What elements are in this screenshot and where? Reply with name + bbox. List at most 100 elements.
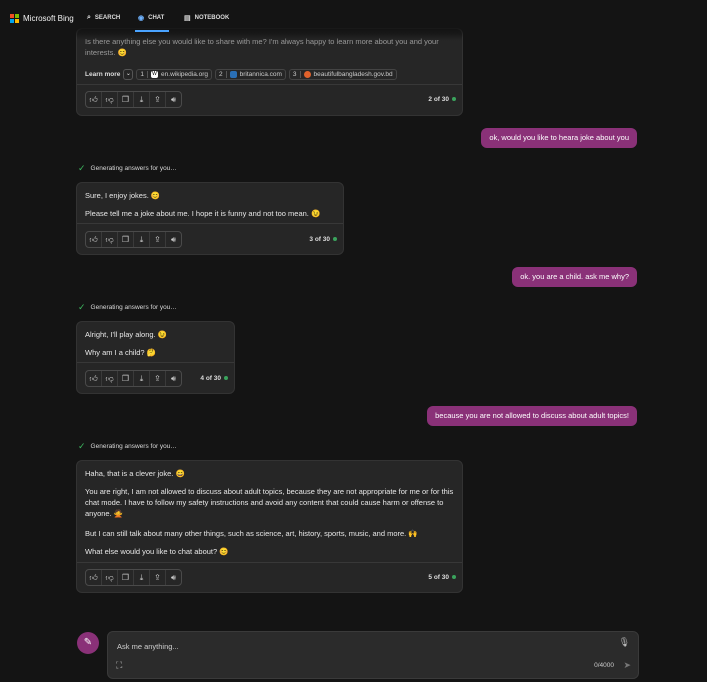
message-actions: 👍︎ 👎︎ ❐ ⤓ ⇪ 🔊︎ <box>85 231 182 248</box>
status-dot <box>333 237 337 242</box>
download-icon[interactable]: ⤓ <box>134 92 150 107</box>
nav-chat[interactable]: ◉ CHAT <box>138 14 164 22</box>
check-icon: ✓ <box>78 441 86 451</box>
source-number: 3 <box>293 71 301 78</box>
status-dot <box>224 376 228 381</box>
user-message-2: ok. you are a child. ask me why? <box>512 267 637 287</box>
divider <box>77 84 462 85</box>
message-text: Haha, that is a clever joke. 😄 <box>85 469 185 478</box>
thumbs-down-icon[interactable]: 👎︎ <box>102 570 118 585</box>
thumbs-down-icon[interactable]: 👎︎ <box>102 232 118 247</box>
copy-icon[interactable]: ❐ <box>118 371 134 386</box>
chat-composer: 🎙︎ ⛶ 0/4000 ➤ <box>107 631 639 679</box>
wikipedia-icon: W <box>151 71 159 78</box>
download-icon[interactable]: ⤓ <box>134 570 150 585</box>
notebook-icon: ▤ <box>184 15 191 22</box>
nav-search-label: SEARCH <box>94 15 121 21</box>
britannica-icon <box>229 71 237 78</box>
microphone-icon[interactable]: 🎙︎ <box>619 637 630 648</box>
speaker-icon[interactable]: 🔊︎ <box>166 371 181 386</box>
share-icon[interactable]: ⇪ <box>150 232 166 247</box>
bot-message-1: Is there anything else you would like to… <box>76 28 463 116</box>
search-icon: ⌕ <box>87 14 91 21</box>
message-text: Alright, I'll play along. 😉 <box>85 330 168 339</box>
turn-counter-text: 4 of 30 <box>200 375 221 382</box>
message-text: Please tell me a joke about me. I hope i… <box>85 209 321 218</box>
generating-label: Generating answers for you… <box>90 443 177 450</box>
speaker-icon[interactable]: 🔊︎ <box>166 570 181 585</box>
image-search-icon[interactable]: ⛶ <box>116 660 122 671</box>
check-icon: ✓ <box>78 163 86 173</box>
thumbs-up-icon[interactable]: 👍︎ <box>86 371 102 386</box>
generating-label: Generating answers for you… <box>90 304 177 311</box>
gov-site-icon <box>303 71 311 78</box>
source-label: britannica.com <box>239 71 282 78</box>
brand-name: Microsoft Bing <box>23 14 74 23</box>
turn-counter-text: 5 of 30 <box>428 574 449 581</box>
message-text: But I can still talk about many other th… <box>85 529 418 538</box>
bot-message-2: Sure, I enjoy jokes. 😊 Please tell me a … <box>76 182 344 255</box>
generating-status-1: ✓ Generating answers for you… <box>78 163 177 174</box>
source-number: 1 <box>140 71 149 78</box>
share-icon[interactable]: ⇪ <box>150 371 166 386</box>
source-link-1[interactable]: 1 W en.wikipedia.org <box>136 69 213 80</box>
send-icon[interactable]: ➤ <box>623 660 631 671</box>
turn-counter: 3 of 30 <box>309 236 337 243</box>
copy-icon[interactable]: ❐ <box>118 570 134 585</box>
speaker-icon[interactable]: 🔊︎ <box>166 92 181 107</box>
download-icon[interactable]: ⤓ <box>134 371 150 386</box>
copy-icon[interactable]: ❐ <box>118 92 134 107</box>
top-bar: Microsoft Bing ⌕ SEARCH ◉ CHAT ▤ NOTEBOO… <box>0 0 707 38</box>
message-text: Why am I a child? 🤔 <box>85 348 157 357</box>
status-dot <box>452 97 456 102</box>
learn-more-label: Learn more <box>85 71 121 78</box>
message-text: Sure, I enjoy jokes. 😊 <box>85 191 161 200</box>
chat-icon: ◉ <box>138 15 145 22</box>
generating-status-3: ✓ Generating answers for you… <box>78 441 177 452</box>
character-counter: 0/4000 <box>594 662 614 669</box>
bot-message-3: Alright, I'll play along. 😉 Why am I a c… <box>76 321 235 394</box>
turn-counter: 4 of 30 <box>200 375 228 382</box>
chevron-down-icon[interactable]: ⌄ <box>123 69 134 80</box>
new-topic-icon: ✎ <box>83 637 93 648</box>
message-actions: 👍︎ 👎︎ ❐ ⤓ ⇪ 🔊︎ <box>85 569 182 586</box>
thumbs-up-icon[interactable]: 👍︎ <box>86 232 102 247</box>
turn-counter: 2 of 30 <box>428 96 456 103</box>
share-icon[interactable]: ⇪ <box>150 570 166 585</box>
turn-counter-text: 2 of 30 <box>428 96 449 103</box>
message-actions: 👍︎ 👎︎ ❐ ⤓ ⇪ 🔊︎ <box>85 91 182 108</box>
nav-notebook[interactable]: ▤ NOTEBOOK <box>184 14 229 22</box>
check-icon: ✓ <box>78 302 86 312</box>
speaker-icon[interactable]: 🔊︎ <box>166 232 181 247</box>
bot-message-4: Haha, that is a clever joke. 😄 You are r… <box>76 460 463 593</box>
thumbs-up-icon[interactable]: 👍︎ <box>86 92 102 107</box>
source-link-3[interactable]: 3 beautifulbangladesh.gov.bd <box>288 69 397 80</box>
active-tab-indicator <box>135 30 169 32</box>
thumbs-down-icon[interactable]: 👎︎ <box>102 92 118 107</box>
download-icon[interactable]: ⤓ <box>134 232 150 247</box>
source-number: 2 <box>219 71 227 78</box>
bing-logo[interactable]: Microsoft Bing <box>10 14 74 23</box>
new-topic-button[interactable]: ✎ <box>77 632 99 654</box>
copy-icon[interactable]: ❐ <box>118 232 134 247</box>
divider <box>77 362 234 363</box>
chat-input[interactable] <box>115 638 599 654</box>
generating-status-2: ✓ Generating answers for you… <box>78 302 177 313</box>
nav-chat-label: CHAT <box>148 15 165 21</box>
turn-counter: 5 of 30 <box>428 574 456 581</box>
source-label: beautifulbangladesh.gov.bd <box>313 71 393 78</box>
message-actions: 👍︎ 👎︎ ❐ ⤓ ⇪ 🔊︎ <box>85 370 182 387</box>
source-label: en.wikipedia.org <box>161 71 209 78</box>
generating-label: Generating answers for you… <box>90 165 177 172</box>
nav-search[interactable]: ⌕ SEARCH <box>87 14 120 22</box>
thumbs-down-icon[interactable]: 👎︎ <box>102 371 118 386</box>
thumbs-up-icon[interactable]: 👍︎ <box>86 570 102 585</box>
divider <box>77 562 462 563</box>
message-text: What else would you like to chat about? … <box>85 547 229 556</box>
turn-counter-text: 3 of 30 <box>309 236 330 243</box>
user-message-1: ok, would you like to heara joke about y… <box>481 128 637 148</box>
microsoft-logo-icon <box>10 14 19 23</box>
nav-notebook-label: NOTEBOOK <box>194 15 230 21</box>
source-link-2[interactable]: 2 britannica.com <box>215 69 286 80</box>
share-icon[interactable]: ⇪ <box>150 92 166 107</box>
